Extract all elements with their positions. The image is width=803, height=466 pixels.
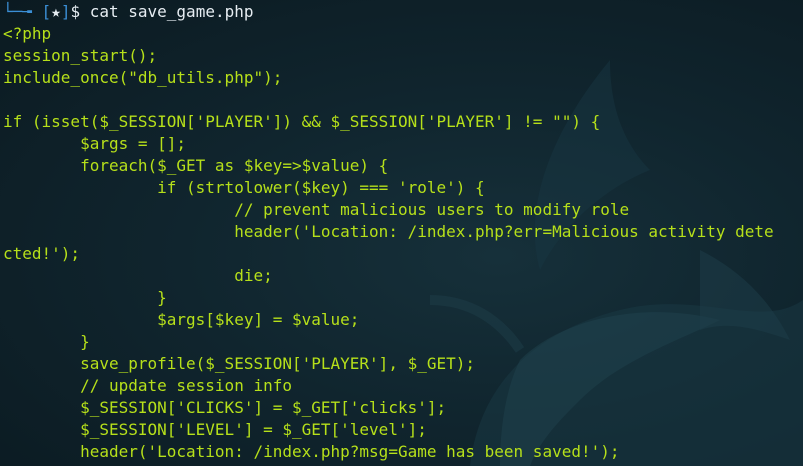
code-line: include_once("db_utils.php"); [3,68,283,87]
code-line: header('Location: /index.php?err=Malicio… [3,222,774,241]
code-line: } [3,288,167,307]
prompt-symbol: $ [70,2,81,21]
code-line: session_start(); [3,46,158,65]
code-line: cted!'); [3,244,81,263]
code-line: if (isset($_SESSION['PLAYER']) && $_SESS… [3,112,601,131]
code-line: die; [3,266,273,285]
code-line: $_SESSION['CLICKS'] = $_GET['clicks']; [3,398,447,417]
code-line: $args = []; [3,134,187,153]
code-line: <?php [3,24,52,43]
shell-prompt: └─╼ [★]$ cat save_game.php [3,1,803,23]
code-line: save_profile($_SESSION['PLAYER'], $_GET)… [3,354,476,373]
prompt-command: cat save_game.php [80,2,254,21]
code-line: $args[$key] = $value; [3,310,360,329]
terminal-output: └─╼ [★]$ cat save_game.php <?php session… [3,1,803,463]
code-line: // update session info [3,376,292,395]
code-line: } [3,332,90,351]
code-line: // prevent malicious users to modify rol… [3,200,630,219]
code-line: if (strtolower($key) === 'role') { [3,178,485,197]
prompt-bracket-open: [ [41,2,52,21]
prompt-bracket-close: ] [60,2,71,21]
code-line: foreach($_GET as $key=>$value) { [3,156,389,175]
prompt-status-icon: ★ [51,2,61,21]
code-line: $_SESSION['LEVEL'] = $_GET['level']; [3,420,427,439]
terminal-window[interactable]: └─╼ [★]$ cat save_game.php <?php session… [0,0,803,466]
prompt-corner-glyph: └─╼ [3,2,42,21]
code-line: header('Location: /index.php?msg=Game ha… [3,442,620,461]
